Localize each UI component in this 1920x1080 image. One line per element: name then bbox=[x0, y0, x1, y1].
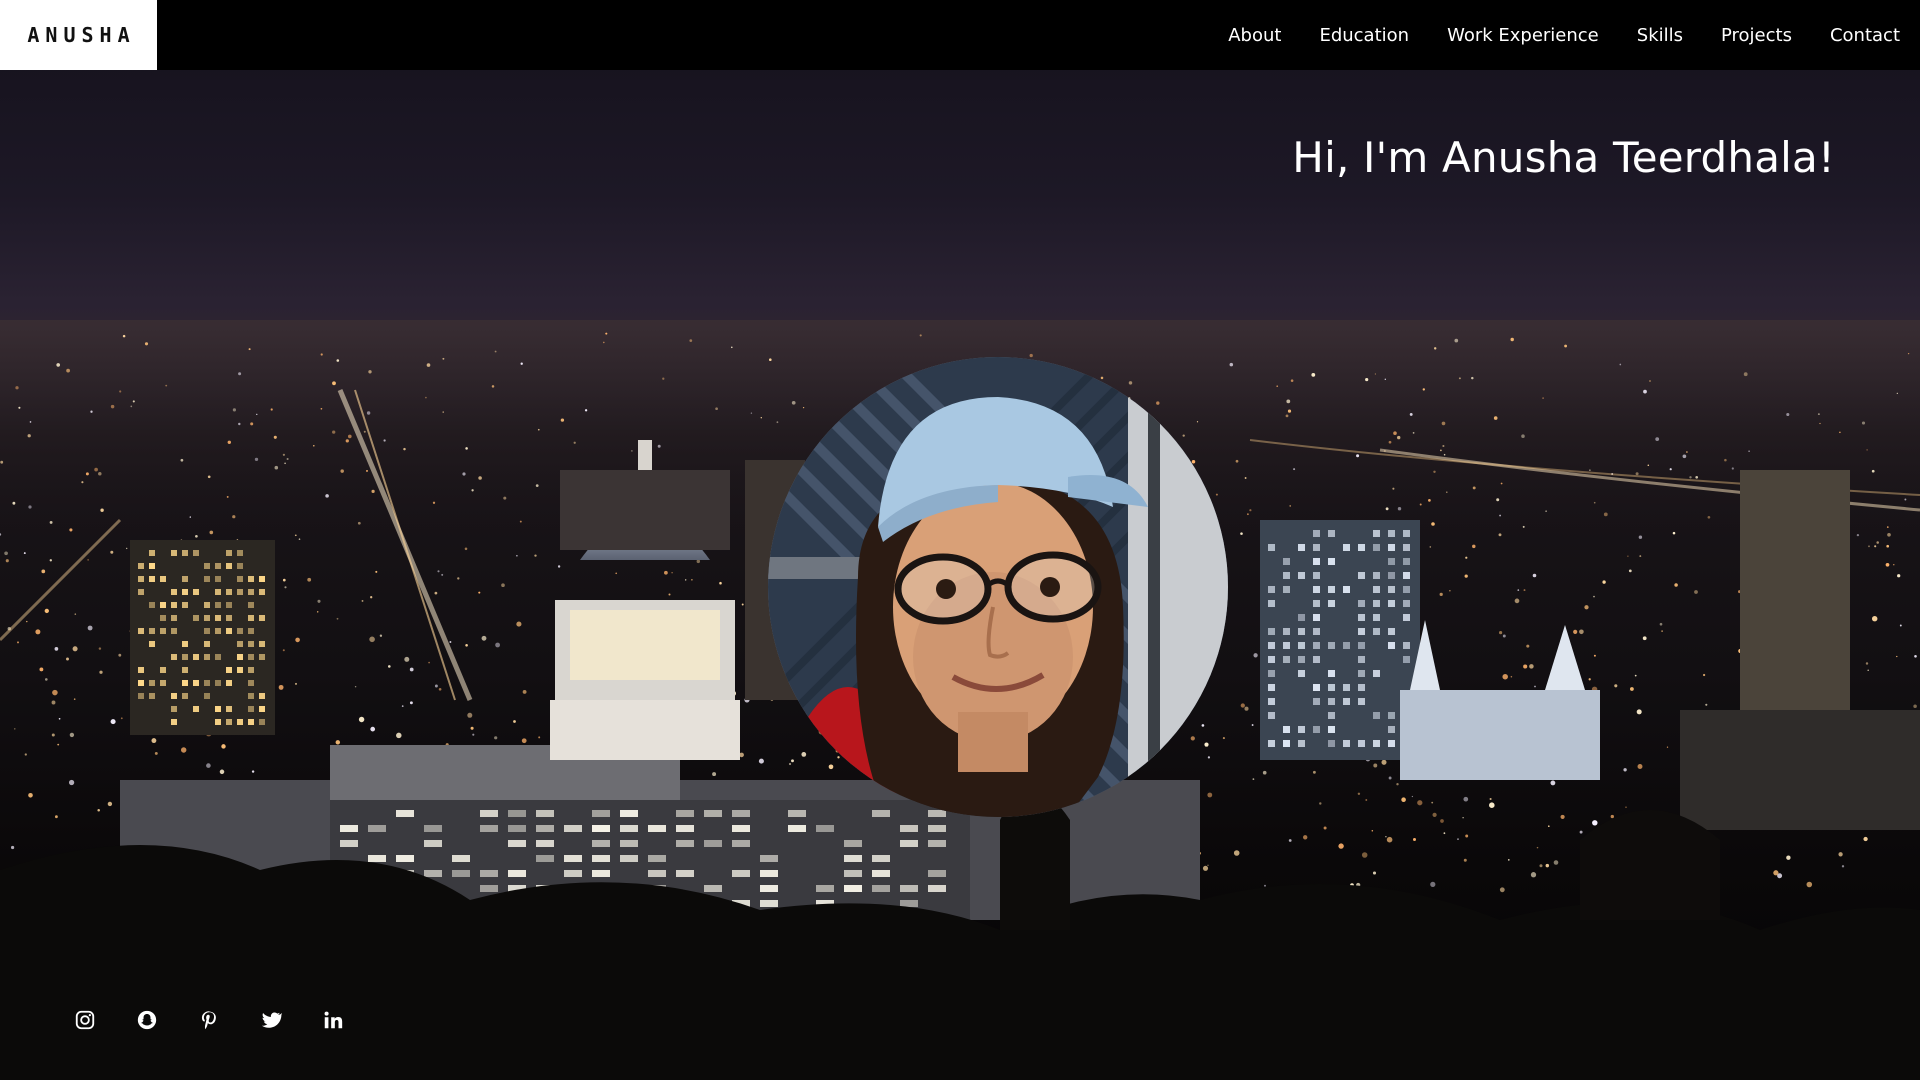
nav-item-work-experience[interactable]: Work Experience bbox=[1447, 25, 1599, 46]
main-nav: About Education Work Experience Skills P… bbox=[1190, 0, 1900, 70]
instagram-icon[interactable] bbox=[73, 1008, 97, 1032]
twitter-icon[interactable] bbox=[259, 1008, 283, 1032]
nav-item-projects[interactable]: Projects bbox=[1721, 25, 1792, 46]
logo[interactable]: ANUSHA bbox=[0, 0, 157, 70]
pinterest-icon[interactable] bbox=[197, 1008, 221, 1032]
social-links bbox=[73, 1008, 383, 1032]
page: ANUSHA About Education Work Experience S… bbox=[0, 0, 1920, 1080]
nav-item-contact[interactable]: Contact bbox=[1830, 25, 1900, 46]
top-navigation-bar: ANUSHA About Education Work Experience S… bbox=[0, 0, 1920, 70]
profile-avatar bbox=[768, 357, 1228, 817]
linkedin-icon[interactable] bbox=[321, 1008, 345, 1032]
nav-item-about[interactable]: About bbox=[1228, 25, 1281, 46]
hero-greeting: Hi, I'm Anusha Teerdhala! bbox=[1292, 133, 1835, 182]
snapchat-icon[interactable] bbox=[135, 1008, 159, 1032]
nav-item-skills[interactable]: Skills bbox=[1637, 25, 1683, 46]
avatar-illustration bbox=[768, 357, 1228, 817]
nav-item-education[interactable]: Education bbox=[1319, 25, 1409, 46]
logo-text: ANUSHA bbox=[27, 23, 136, 47]
